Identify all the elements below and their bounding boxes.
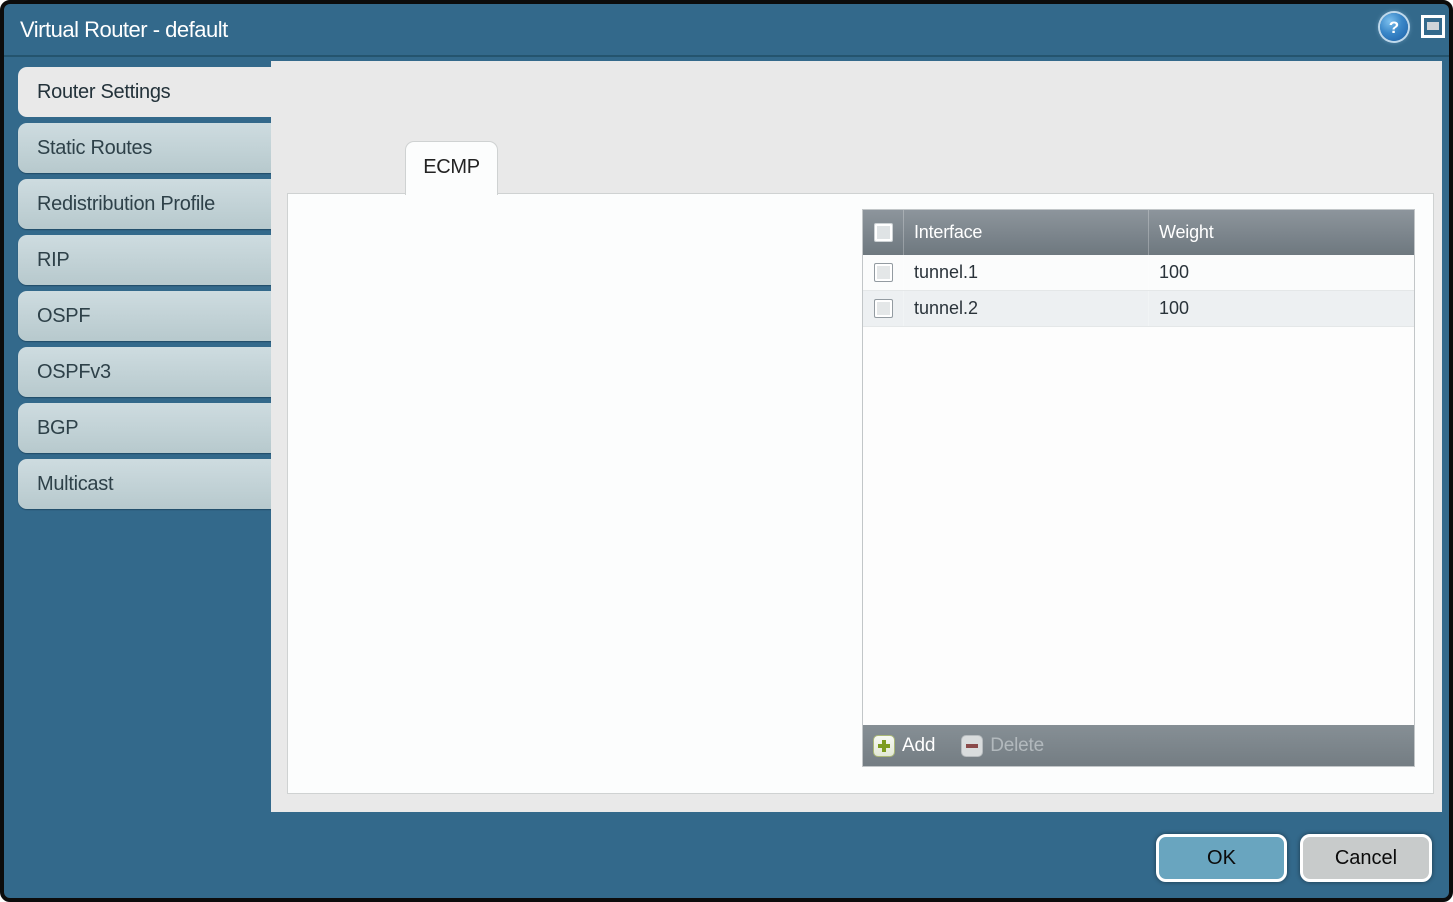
sidebar-item-label: Redistribution Profile [18, 179, 271, 229]
tab-ecmp-label: ECMP [406, 142, 497, 192]
plus-icon [873, 735, 895, 757]
table-row[interactable]: tunnel.2 100 [863, 291, 1414, 327]
tab-ecmp[interactable]: ECMP [405, 141, 498, 195]
row-checkbox[interactable] [874, 263, 893, 282]
interface-table-header: Interface Weight [863, 210, 1414, 255]
sidebar-item-label: Router Settings [18, 67, 271, 117]
select-all-checkbox[interactable] [874, 223, 893, 242]
sidebar-item-ospfv3[interactable]: OSPFv3 [18, 347, 271, 397]
sidebar-item-bgp[interactable]: BGP [18, 403, 271, 453]
delete-button[interactable]: Delete [961, 735, 1044, 757]
sidebar-item-label: BGP [18, 403, 271, 453]
table-row[interactable]: tunnel.1 100 [863, 255, 1414, 291]
sidebar-item-redistribution-profile[interactable]: Redistribution Profile [18, 179, 271, 229]
sidebar-item-label: OSPF [18, 291, 271, 341]
virtual-router-dialog: Virtual Router - default Router Settings… [0, 0, 1453, 902]
sidebar-item-label: OSPFv3 [18, 347, 271, 397]
interface-cell: tunnel.1 [903, 255, 1148, 290]
cancel-button[interactable]: Cancel [1300, 834, 1432, 882]
restore-window-icon[interactable] [1421, 15, 1445, 38]
add-button[interactable]: Add [873, 735, 935, 757]
weight-cell: 100 [1148, 255, 1414, 290]
interface-column-header: Interface [903, 210, 1148, 255]
sidebar-item-ospf[interactable]: OSPF [18, 291, 271, 341]
sidebar-item-rip[interactable]: RIP [18, 235, 271, 285]
delete-button-label: Delete [990, 735, 1044, 757]
row-checkbox[interactable] [874, 299, 893, 318]
sidebar-item-router-settings[interactable]: Router Settings [18, 67, 271, 117]
dialog-title: Virtual Router - default [20, 4, 228, 55]
minus-icon [961, 735, 983, 757]
title-bar: Virtual Router - default [4, 4, 1449, 57]
sidebar-item-label: RIP [18, 235, 271, 285]
restore-window-icon-glyph [1427, 22, 1439, 30]
add-button-label: Add [902, 735, 935, 757]
weight-column-header: Weight [1148, 210, 1414, 255]
help-icon[interactable] [1380, 13, 1408, 41]
ok-button[interactable]: OK [1156, 834, 1287, 882]
interface-table-footer: Add Delete [863, 725, 1414, 766]
interface-table: Interface Weight tunnel.1 100 tunnel.2 1… [862, 209, 1415, 767]
sidebar-item-label: Multicast [18, 459, 271, 509]
interface-cell: tunnel.2 [903, 291, 1148, 326]
weight-cell: 100 [1148, 291, 1414, 326]
sidebar-item-static-routes[interactable]: Static Routes [18, 123, 271, 173]
sidebar-item-label: Static Routes [18, 123, 271, 173]
sidebar-item-multicast[interactable]: Multicast [18, 459, 271, 509]
